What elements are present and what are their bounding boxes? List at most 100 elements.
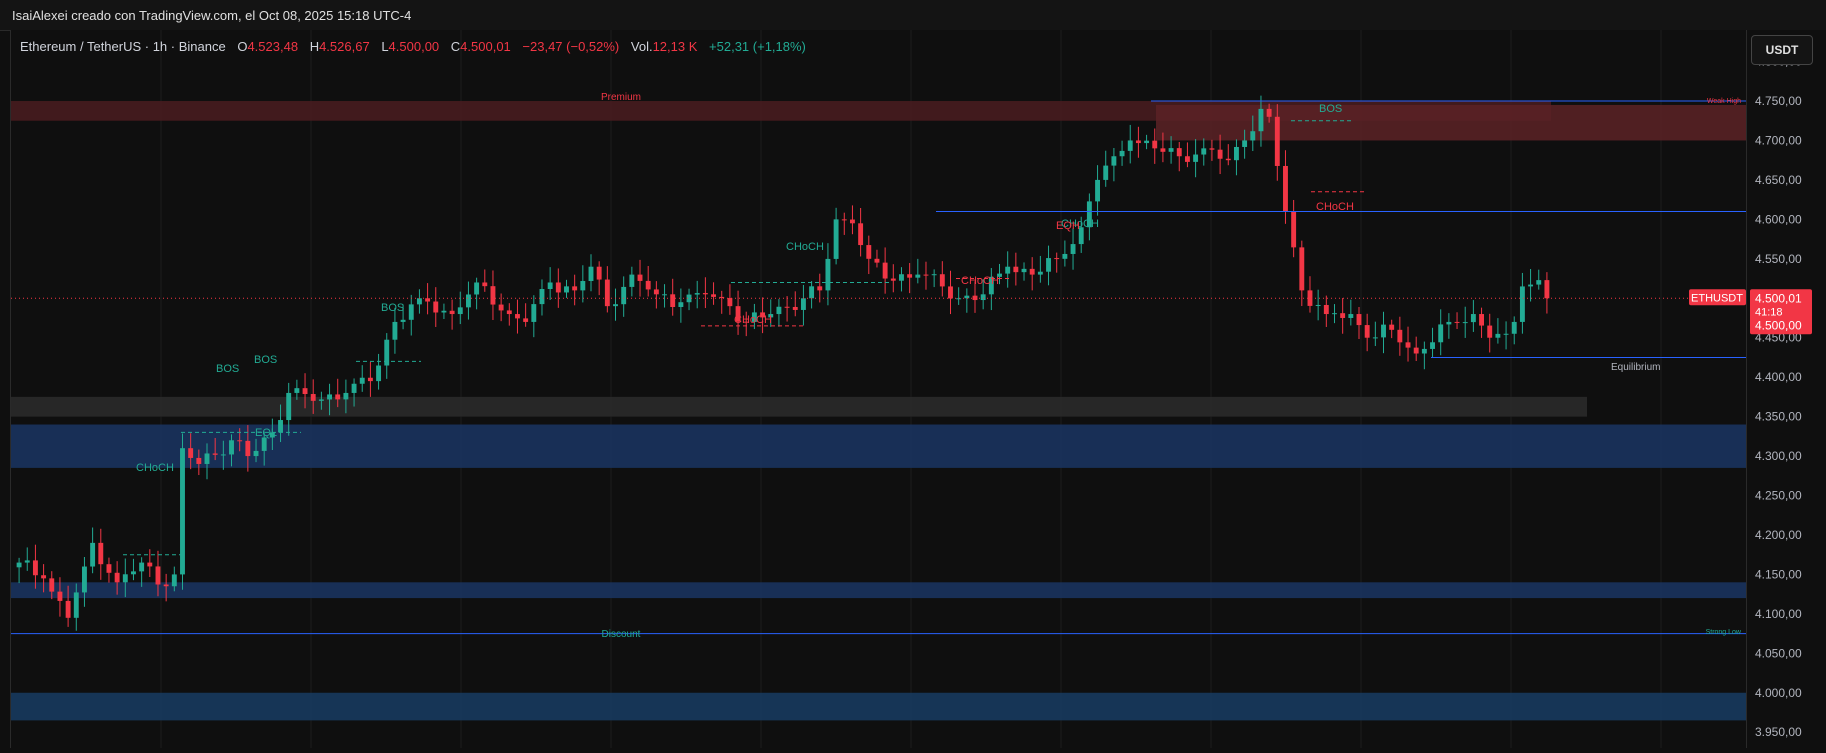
candle-body [474,282,480,295]
candle-body [931,274,937,276]
candle-body [564,286,569,293]
choch-label: CHoCH [786,241,824,253]
candle-body [261,437,267,451]
candle-body [24,560,30,563]
candle-body [1135,140,1141,144]
candle-body [392,321,398,340]
candle-body [482,282,488,287]
candle-body [180,448,185,575]
candle-body [523,318,529,322]
candle-body [1127,140,1133,151]
candle-body [964,295,970,299]
candle-body [956,298,962,300]
top-bar: IsaiAlexei creado con TradingView.com, e… [0,0,1826,31]
candle-body [1413,347,1419,354]
choch-label: CHoCH [734,314,772,326]
price-tick-label: 4.000,00 [1755,686,1802,700]
price-tick-label: 4.700,00 [1755,133,1802,147]
candle-body [1348,314,1354,318]
candle-body [1511,321,1517,334]
chart-area[interactable]: Premium Discount Equilibrium Weak High Stron… [10,30,1747,748]
candle-body [1184,156,1190,162]
candle-body [376,365,382,382]
candle-body [16,562,22,568]
change-value: −23,47 (−0,52%) [522,39,620,54]
price-chart[interactable]: Premium Discount Equilibrium Weak High Stron… [11,30,1747,748]
candle-body [1438,324,1444,343]
candle-body [32,560,38,576]
candle-body [1095,179,1101,202]
candle-body [670,294,676,307]
candle-body [245,440,251,457]
candle-body [809,286,815,299]
candle-body [1430,342,1435,349]
candle-body [131,571,136,575]
volume-value: 12,13 K [652,39,698,54]
candle-body [278,420,283,433]
candle-body [367,377,373,382]
candle-body [1193,154,1199,162]
candle-body [1487,325,1493,338]
candle-body [515,314,520,319]
price-tick-label: 4.650,00 [1755,173,1802,187]
candle-body [1209,148,1215,150]
candle-body [694,293,700,295]
candle-body [1299,247,1305,291]
bos-label: BOS [1319,103,1342,115]
candle-body [1291,211,1297,248]
candle-body [335,394,341,400]
candle-body [1332,313,1337,315]
candle-body [327,394,333,400]
candle-body [1152,140,1158,149]
candle-body [858,223,864,246]
candle-body [318,399,324,401]
price-tick-label: 4.600,00 [1755,212,1802,226]
demand-zone [11,582,1746,599]
price-tick-label: 4.350,00 [1755,410,1802,424]
candle-body [57,591,63,601]
candle-body [310,394,316,401]
candle-body [555,282,561,293]
high-label: H [309,39,320,54]
candle-body [907,274,913,278]
candle-body [1536,280,1542,285]
candle-body [49,578,55,592]
candle-body [416,298,422,305]
candle-body [1119,150,1125,157]
candle-body [1470,314,1476,323]
candle-body [1479,314,1485,326]
price-tick-label: 3.950,00 [1755,725,1802,739]
candle-body [1389,324,1395,330]
candle-body [711,294,717,297]
candle-body [588,266,594,282]
candle-body [400,319,406,322]
candle-body [1528,284,1534,287]
candle-body [580,281,586,291]
weak-high-label: Weak High [1707,98,1741,105]
candle-body [1258,108,1264,132]
candle-body [408,304,414,320]
candle-body [490,286,496,305]
price-axis-scale[interactable]: 4.800,004.750,004.700,004.650,004.600,00… [1747,30,1826,748]
candle-body [449,310,455,315]
candle-body [1233,146,1239,161]
candle-body [1503,333,1509,335]
candle-body [1274,116,1280,166]
candle-body [196,457,202,464]
last-price-value: 4.500,01 [1755,291,1802,305]
candle-body [1340,313,1346,318]
low-price-value: 4.500,00 [1755,318,1802,332]
candle-body [1111,156,1117,166]
candle-body [212,453,218,455]
price-axis[interactable]: 4.800,004.750,004.700,004.650,004.600,00… [1746,30,1826,748]
currency-button[interactable]: USDT [1751,35,1813,65]
symbol-label[interactable]: Ethereum / TetherUS · 1h · Binance [20,39,226,54]
candle-body [1176,148,1182,157]
candle-body [1201,148,1207,155]
low-label: L [381,39,389,54]
candle-body [229,440,234,455]
candle-body [841,219,847,221]
price-tick-label: 4.550,00 [1755,252,1802,266]
candle-body [1160,148,1166,152]
candle-body [359,377,365,384]
